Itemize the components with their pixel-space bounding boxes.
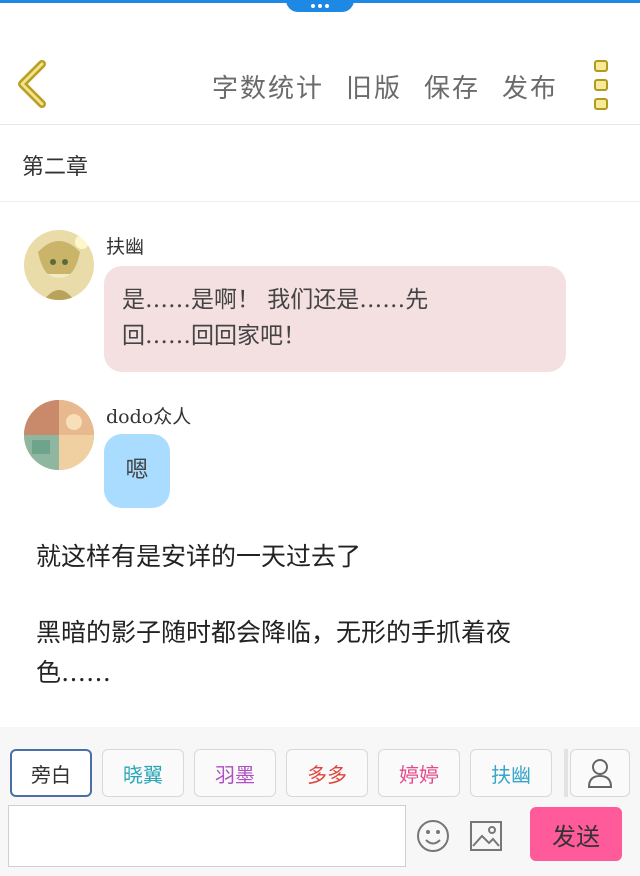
narration-line: 黑暗的影子随时都会降临，无形的手抓着夜	[36, 618, 512, 647]
person-icon	[587, 759, 613, 788]
chevron-left-icon	[18, 60, 46, 108]
more-menu-button[interactable]	[594, 60, 614, 110]
chapter-title-row[interactable]: 第二章	[0, 125, 640, 202]
narration-block[interactable]: 就这样有是安详的一天过去了	[36, 537, 616, 577]
chapter-title[interactable]: 第二章	[22, 149, 88, 181]
add-role-button[interactable]	[570, 749, 630, 797]
avatar-illustration	[24, 230, 94, 300]
message-bubble[interactable]: 是……是啊！ 我们还是……先 回……回回家吧！	[104, 266, 566, 372]
message-bubble[interactable]: 嗯	[104, 434, 170, 508]
message-text-line: 嗯	[125, 457, 149, 483]
editor-header: 字数统计 旧版 保存 发布	[0, 40, 640, 125]
pull-down-handle[interactable]	[286, 0, 354, 12]
narration-line: 色……	[36, 658, 112, 687]
composer-panel: 旁白 晓翼 羽墨 多多 婷婷 扶幽 发送	[0, 727, 640, 876]
role-yumo[interactable]: 羽墨	[194, 749, 276, 797]
role-tingting[interactable]: 婷婷	[378, 749, 460, 797]
emoji-button[interactable]	[416, 819, 450, 853]
message-input[interactable]	[8, 805, 406, 867]
word-count-button[interactable]: 字数统计	[212, 68, 324, 105]
image-icon	[470, 821, 502, 851]
menu-dot-icon	[594, 79, 608, 91]
role-duoduo[interactable]: 多多	[286, 749, 368, 797]
menu-dot-icon	[594, 98, 608, 110]
save-button[interactable]: 保存	[424, 68, 480, 105]
narration-block[interactable]: 黑暗的影子随时都会降临，无形的手抓着夜 色……	[36, 613, 616, 693]
role-scroll-edge	[564, 749, 568, 797]
menu-dot-icon	[594, 60, 608, 72]
message-text-line: 回……回回家吧！	[122, 323, 306, 349]
old-version-button[interactable]: 旧版	[346, 68, 402, 105]
avatar-illustration	[24, 400, 94, 470]
image-button[interactable]	[470, 821, 502, 851]
role-narrator[interactable]: 旁白	[10, 749, 92, 797]
narration-line: 就这样有是安详的一天过去了	[36, 542, 362, 571]
role-xiaoyi[interactable]: 晓翼	[102, 749, 184, 797]
avatar[interactable]	[24, 400, 94, 470]
avatar[interactable]	[24, 230, 94, 300]
header-actions: 字数统计 旧版 保存 发布	[212, 68, 558, 105]
publish-button[interactable]: 发布	[502, 68, 558, 105]
send-button[interactable]: 发送	[530, 807, 622, 861]
role-selector: 旁白 晓翼 羽墨 多多 婷婷 扶幽	[10, 749, 552, 797]
sender-name: dodo众人	[106, 406, 192, 428]
back-button[interactable]	[14, 60, 54, 108]
role-fuyou[interactable]: 扶幽	[470, 749, 552, 797]
smiley-icon	[417, 820, 449, 852]
message-text-line: 是……是啊！ 我们还是……先	[122, 287, 429, 313]
sender-name: 扶幽	[106, 236, 145, 258]
